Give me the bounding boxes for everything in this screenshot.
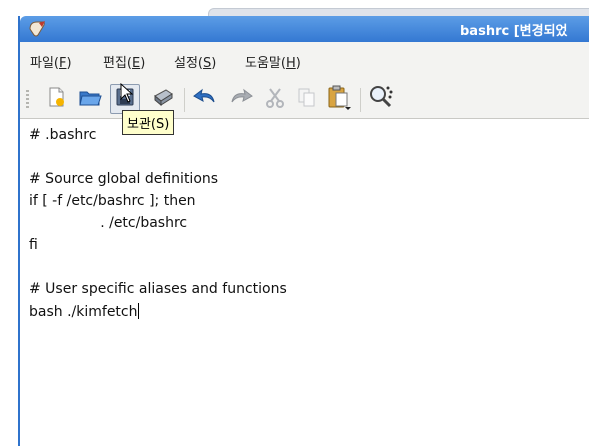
menu-settings-suffix: )	[211, 56, 217, 71]
window-title: bashrc [변경되었	[460, 24, 568, 39]
editor-line: # .bashrc	[29, 127, 97, 143]
find-icon	[368, 84, 394, 114]
menu-help-label: 도움말(	[245, 56, 286, 71]
toolbar-separator	[184, 88, 185, 112]
toolbar-separator	[360, 88, 361, 112]
menu-edit-label: 편집(	[103, 56, 132, 71]
toolbar	[20, 80, 589, 119]
cut-button[interactable]	[260, 84, 290, 114]
new-document-icon	[45, 86, 67, 112]
save-tooltip: 보관(S)	[122, 110, 175, 135]
editor-line: fi	[29, 237, 38, 253]
menu-file-label: 파일(	[30, 56, 59, 71]
copy-icon	[296, 86, 318, 112]
paste-button[interactable]	[324, 84, 354, 114]
open-button[interactable]	[75, 84, 105, 114]
editor-line: . /etc/bashrc	[29, 215, 188, 231]
redo-icon	[228, 87, 254, 111]
partial-glyph: ▔	[30, 0, 40, 11]
copy-button[interactable]	[292, 84, 322, 114]
print-icon	[152, 87, 174, 111]
toolbar-grip[interactable]	[26, 90, 29, 110]
editor-line: # User specific aliases and functions	[29, 281, 287, 297]
editor-line-current: bash ./kimfetch	[29, 303, 139, 320]
menu-edit[interactable]: 편집(E)	[103, 52, 145, 71]
find-button[interactable]	[366, 84, 396, 114]
redo-button[interactable]	[226, 84, 256, 114]
text-caret	[137, 303, 139, 319]
menu-file[interactable]: 파일(F)	[30, 52, 72, 71]
menu-edit-suffix: )	[140, 56, 146, 71]
new-document-button[interactable]	[41, 84, 71, 114]
undo-button[interactable]	[190, 84, 220, 114]
menu-bar: 파일(F) 편집(E) 설정(S) 도움말(H)	[20, 42, 589, 81]
editor-line: # Source global definitions	[29, 171, 219, 187]
mouse-pointer-icon	[120, 82, 134, 107]
undo-icon	[192, 87, 218, 111]
editor-line: if [ -f /etc/bashrc ]; then	[29, 193, 196, 209]
open-folder-icon	[78, 86, 102, 112]
menu-file-suffix: )	[66, 56, 72, 71]
app-icon[interactable]	[28, 20, 48, 38]
title-bar[interactable]: bashrc [변경되었	[20, 16, 589, 42]
menu-help[interactable]: 도움말(H)	[245, 52, 301, 71]
menu-settings[interactable]: 설정(S)	[174, 52, 216, 71]
paste-icon	[326, 84, 352, 114]
editor-window: bashrc [변경되었 파일(F) 편집(E) 설정(S) 도움말(H) # …	[18, 16, 589, 446]
menu-edit-accel: E	[132, 56, 141, 71]
text-editor[interactable]: # .bashrc # Source global definitions if…	[20, 119, 589, 446]
cut-icon	[264, 86, 286, 112]
editor-line-text: bash ./kimfetch	[29, 304, 138, 320]
menu-help-accel: H	[285, 56, 296, 71]
menu-help-suffix: )	[295, 56, 301, 71]
menu-settings-label: 설정(	[174, 56, 203, 71]
